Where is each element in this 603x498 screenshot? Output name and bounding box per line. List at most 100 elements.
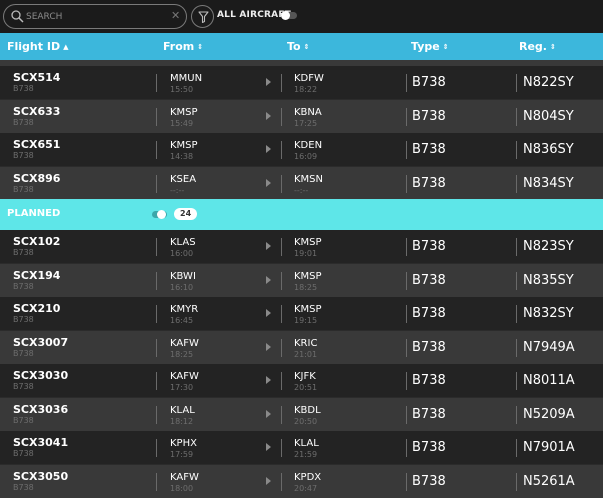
column-divider [516,238,517,256]
column-divider [281,439,282,457]
origin-airport: KAFW [170,371,199,382]
search-box[interactable]: ✕ [3,4,187,29]
departure-time: 14:38 [170,152,194,161]
arrival-time: 16:09 [294,152,318,161]
destination-airport: KPDX [294,471,322,483]
arrow-right-icon [266,409,271,418]
table-row[interactable]: SCX651 B738 KMSP 14:38 KDEN 16:09 B738 N… [0,133,603,166]
departure-time: 16:10 [170,282,194,292]
column-to[interactable]: To ⇕ [287,40,309,53]
column-label: To [287,40,301,53]
column-reg[interactable]: Reg. ⇕ [519,40,556,53]
destination-airport: KJFK [294,371,316,382]
column-divider [406,439,407,457]
planned-toggle[interactable] [152,210,167,219]
table-row[interactable]: SCX514 B738 MMUN 15:50 KDFW 18:22 B738 N… [0,66,603,99]
arrow-right-icon [266,178,271,187]
column-divider [156,405,157,424]
column-type[interactable]: Type ⇕ [411,40,449,53]
column-divider [281,405,282,424]
arrival-time: 18:25 [294,282,318,292]
origin-airport: KLAL [170,404,195,416]
arrival-time: 20:51 [294,383,318,392]
column-divider [156,271,157,290]
aircraft-subtype: B738 [13,117,34,127]
search-input[interactable] [26,8,166,25]
arrival-time: 19:01 [294,249,318,258]
arrival-time: 21:59 [294,450,318,459]
table-row[interactable]: SCX3050 B738 KAFW 18:00 KPDX 20:47 B738 … [0,464,603,498]
flight-id: SCX3041 [13,436,69,449]
origin-airport: KSEA [170,173,197,185]
flight-id: SCX3050 [13,469,69,483]
arrow-right-icon [266,309,271,317]
table-row[interactable]: SCX3041 B738 KPHX 17:59 KLAL 21:59 B738 … [0,431,603,464]
origin-airport: KPHX [170,438,197,449]
table-row[interactable]: SCX3007 B738 KAFW 18:25 KRIC 21:01 B738 … [0,330,603,364]
table-row[interactable]: SCX102 B738 KLAS 16:00 KMSP 19:01 B738 N… [0,230,603,263]
departure-time: 17:59 [170,450,194,459]
table-row[interactable]: SCX210 B738 KMYR 16:45 KMSP 19:15 B738 N… [0,297,603,330]
flight-id: SCX3036 [13,402,69,416]
departure-time: 15:49 [170,118,194,128]
column-divider [516,107,517,126]
column-divider [156,238,157,256]
planned-count-badge: 24 [174,208,198,220]
column-divider [156,174,157,193]
flight-id: SCX514 [13,71,61,84]
table-row[interactable]: SCX194 B738 KBWI 16:10 KMSP 18:25 B738 N… [0,263,603,297]
registration: N5261A [523,473,575,489]
column-divider [516,174,517,193]
column-divider [281,271,282,290]
aircraft-subtype: B738 [13,248,34,257]
column-flight-id[interactable]: Flight ID ▲ [7,40,68,53]
registration: N832SY [523,306,574,321]
filter-button[interactable] [191,5,214,28]
arrival-time: 20:50 [294,416,318,426]
destination-airport: KDFW [294,73,324,84]
column-label: Type [411,40,440,53]
sort-icon: ⇕ [442,43,449,51]
column-divider [406,141,407,159]
destination-airport: KMSP [294,270,322,282]
registration: N835SY [523,272,574,288]
origin-airport: KBWI [170,270,196,282]
toggle-knob [157,210,166,219]
column-divider [406,107,407,126]
registration: N5209A [523,406,575,422]
column-divider [406,271,407,290]
aircraft-type: B738 [412,239,446,254]
destination-airport: KLAL [294,438,319,449]
arrow-right-icon [266,111,271,120]
table-row[interactable]: SCX3030 B738 KAFW 17:30 KJFK 20:51 B738 … [0,364,603,397]
column-divider [516,472,517,491]
sort-icon: ⇕ [303,43,310,51]
column-from[interactable]: From ⇕ [163,40,203,53]
close-icon[interactable]: ✕ [171,9,180,23]
toolbar: ✕ ALL AIRCRAFT [0,0,603,33]
flight-id: SCX896 [13,171,61,185]
aircraft-type: B738 [412,272,446,288]
flight-id: SCX3030 [13,369,69,382]
column-divider [516,305,517,323]
flight-id: SCX651 [13,138,61,151]
toggle-knob [281,11,290,20]
departure-time: 16:00 [170,249,194,258]
planned-section-header[interactable]: PLANNED 24 [0,199,603,230]
departure-time: --:-- [170,185,185,195]
departure-time: 18:25 [170,349,194,359]
all-aircraft-toggle[interactable] [281,11,297,20]
departure-time: 18:12 [170,416,194,426]
table-row[interactable]: SCX633 B738 KMSP 15:49 KBNA 17:25 B738 N… [0,99,603,133]
column-divider [281,74,282,92]
column-divider [516,271,517,290]
column-divider [406,305,407,323]
table-row[interactable]: SCX3036 B738 KLAL 18:12 KBDL 20:50 B738 … [0,397,603,431]
column-divider [516,439,517,457]
arrow-right-icon [266,342,271,351]
origin-airport: KMSP [170,140,198,151]
table-row[interactable]: SCX896 B738 KSEA --:-- KMSN --:-- B738 N… [0,166,603,200]
departure-time: 16:45 [170,316,194,325]
arrow-right-icon [266,145,271,153]
flight-id: SCX3007 [13,335,69,349]
